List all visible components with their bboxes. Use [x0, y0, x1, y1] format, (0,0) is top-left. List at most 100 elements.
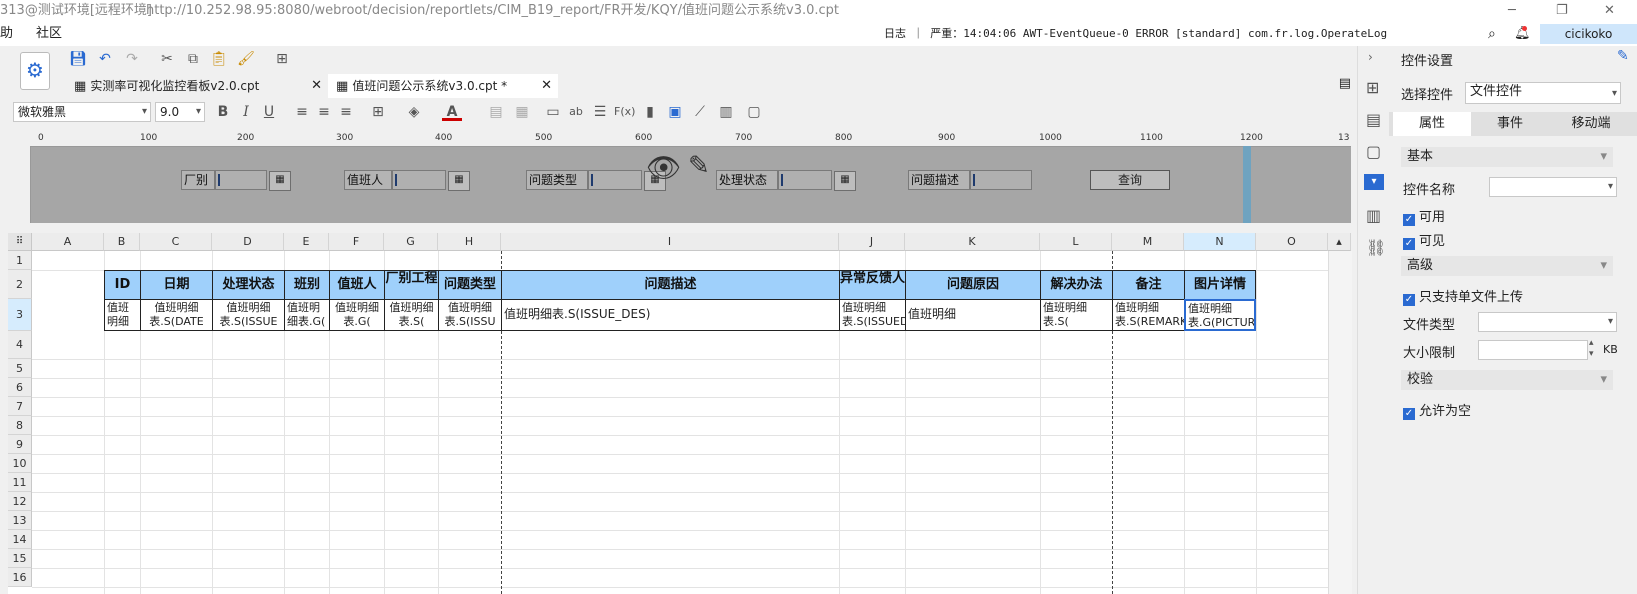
underline-button[interactable]: U — [259, 102, 279, 122]
undo-icon[interactable]: ↶ — [95, 49, 115, 69]
row-header[interactable]: 4 — [8, 331, 32, 359]
allow-empty-checkbox[interactable]: ✓ 允许为空 — [1403, 400, 1471, 420]
data-cell[interactable]: 值班明细表.S(ISSUED — [839, 299, 906, 331]
column-header[interactable]: K — [905, 233, 1040, 251]
preview-icon[interactable]: ⊞ — [272, 49, 292, 69]
close-tab-icon[interactable]: ✕ — [541, 74, 552, 98]
param-input-duty-person[interactable] — [392, 170, 446, 190]
copy-icon[interactable]: ⧉ — [183, 49, 203, 69]
row-header[interactable]: 15 — [8, 549, 32, 568]
sub-report-icon[interactable]: ▥ — [716, 102, 736, 122]
query-button[interactable]: 查询 — [1090, 170, 1170, 190]
calendar-icon[interactable]: ▦ — [448, 171, 470, 191]
row-header[interactable]: 10 — [8, 454, 32, 473]
font-family-select[interactable]: 微软雅黑 ▾ — [13, 102, 151, 122]
column-header[interactable]: J — [839, 233, 905, 251]
column-header[interactable]: M — [1112, 233, 1184, 251]
column-header[interactable]: F — [329, 233, 384, 251]
tab-list-icon[interactable]: ▤ — [1339, 76, 1351, 91]
data-cell[interactable]: 值班明细表.G( — [284, 299, 330, 331]
data-cell[interactable]: 值班明细表.S( — [1040, 299, 1113, 331]
close-window-icon[interactable]: ✕ — [1604, 0, 1615, 22]
header-cell[interactable]: 异常反馈人 — [839, 270, 906, 300]
italic-button[interactable]: I — [236, 102, 256, 122]
user-account[interactable]: cicikoko — [1540, 24, 1637, 44]
tab-mobile[interactable]: 移动端 — [1549, 112, 1633, 136]
chart-icon[interactable]: ▮ — [640, 102, 660, 122]
minimize-icon[interactable]: ─ — [1508, 0, 1516, 22]
paragraph-icon[interactable]: ☰ — [590, 102, 610, 122]
param-input-status[interactable] — [778, 170, 832, 190]
row-header[interactable]: 6 — [8, 378, 32, 397]
row-header[interactable]: 2 — [8, 270, 32, 299]
tab-duty-report[interactable]: ▦ 值班问题公示系统v3.0.cpt * ✕ — [328, 74, 558, 98]
header-cell[interactable]: 班别 — [284, 270, 330, 300]
row-header[interactable]: 14 — [8, 530, 32, 549]
text-type-icon[interactable]: ab — [566, 102, 586, 122]
visible-checkbox[interactable]: ✓ 可见 — [1403, 230, 1445, 250]
column-header[interactable]: O — [1256, 233, 1328, 251]
widget-type-select[interactable]: 文件控件 ▾ — [1465, 82, 1621, 104]
slash-icon[interactable]: ⟋ — [690, 102, 710, 122]
calendar-icon[interactable]: ▦ — [269, 171, 291, 191]
tab-events[interactable]: 事件 — [1471, 112, 1549, 136]
column-header[interactable]: H — [438, 233, 501, 251]
cell-attributes-icon[interactable]: ⊞ — [1366, 78, 1379, 97]
formula-icon[interactable]: F(x) — [614, 102, 635, 122]
stepper-arrows-icon[interactable]: ▴ ▾ — [1589, 338, 1594, 360]
insert-row-icon[interactable]: ▭ — [543, 102, 563, 122]
pin-icon[interactable]: ✎ — [1617, 48, 1629, 64]
chevron-right-icon[interactable]: › — [1368, 50, 1373, 64]
column-header[interactable]: B — [104, 233, 140, 251]
section-verify[interactable]: 校验 ▾ — [1401, 370, 1613, 390]
search-icon[interactable]: ⌕ — [1488, 22, 1496, 46]
data-cell[interactable]: 值班明细表.S(ISSUE — [212, 299, 285, 331]
header-cell[interactable]: ID — [104, 270, 141, 300]
column-header[interactable]: I — [501, 233, 839, 251]
edit-pencil-icon[interactable]: ✎ — [688, 151, 710, 181]
data-cell[interactable]: 值班明细表.S(DATE — [140, 299, 213, 331]
data-cell[interactable]: 值班明细 — [104, 299, 141, 331]
calendar-icon[interactable]: ▦ — [834, 171, 856, 191]
row-header[interactable]: 5 — [8, 359, 32, 378]
selected-cell[interactable]: 值班明细表.G(PICTURE — [1184, 299, 1256, 331]
section-advanced[interactable]: 高级 ▾ — [1401, 256, 1613, 276]
paste-icon[interactable]: 📋︎ — [209, 49, 229, 69]
data-cell[interactable]: 值班明细表.G( — [329, 299, 385, 331]
row-header[interactable]: 8 — [8, 416, 32, 435]
font-color-icon[interactable]: A — [442, 102, 462, 121]
menu-community[interactable]: 社区 — [36, 22, 62, 46]
row-header[interactable]: 1 — [8, 251, 32, 270]
data-cell[interactable]: 值班明细表.S( — [384, 299, 439, 331]
row-header[interactable]: 13 — [8, 511, 32, 530]
column-header-selected[interactable]: N — [1184, 233, 1256, 251]
widget-settings-icon[interactable]: ▾ — [1364, 174, 1384, 190]
header-cell[interactable]: 厂别工程 — [384, 270, 439, 300]
header-cell[interactable]: 图片详情 — [1184, 270, 1256, 300]
restore-icon[interactable]: ❐ — [1556, 0, 1568, 22]
column-header[interactable]: A — [32, 233, 104, 251]
widget-name-select[interactable]: ▾ — [1489, 177, 1617, 197]
scroll-up-icon[interactable]: ▴ — [1328, 233, 1351, 251]
align-center-icon[interactable]: ≡ — [314, 102, 334, 122]
tab-dashboard[interactable]: ▦ 实测率可视化监控看板v2.0.cpt ✕ — [66, 74, 328, 98]
file-type-select[interactable]: ▾ — [1478, 312, 1617, 332]
save-icon[interactable]: 💾︎ — [68, 49, 88, 69]
select-all-corner[interactable]: ⠿ — [8, 233, 32, 251]
widget-icon[interactable]: ▢ — [744, 102, 764, 122]
template-app-icon[interactable]: ⚙ — [20, 52, 50, 90]
row-header[interactable]: 16 — [8, 568, 32, 587]
section-basic[interactable]: 基本 ▾ — [1401, 147, 1613, 167]
row-header-selected[interactable]: 3 — [8, 299, 32, 331]
header-cell[interactable]: 值班人 — [329, 270, 385, 300]
hyperlink-icon[interactable]: ⛓ — [1366, 238, 1386, 257]
hidden-eye-icon[interactable]: 👁︎ — [646, 151, 682, 184]
size-limit-input[interactable] — [1478, 340, 1588, 360]
data-cell[interactable]: 值班明细表.S(ISSU — [438, 299, 502, 331]
unmerge-cells-icon[interactable]: ▦ — [512, 102, 532, 122]
cut-icon[interactable]: ✂ — [157, 49, 177, 69]
single-file-checkbox[interactable]: ✓ 只支持单文件上传 — [1403, 286, 1523, 306]
merge-cells-icon[interactable]: ▤ — [486, 102, 506, 122]
bold-button[interactable]: B — [213, 102, 233, 122]
row-header[interactable]: 12 — [8, 492, 32, 511]
